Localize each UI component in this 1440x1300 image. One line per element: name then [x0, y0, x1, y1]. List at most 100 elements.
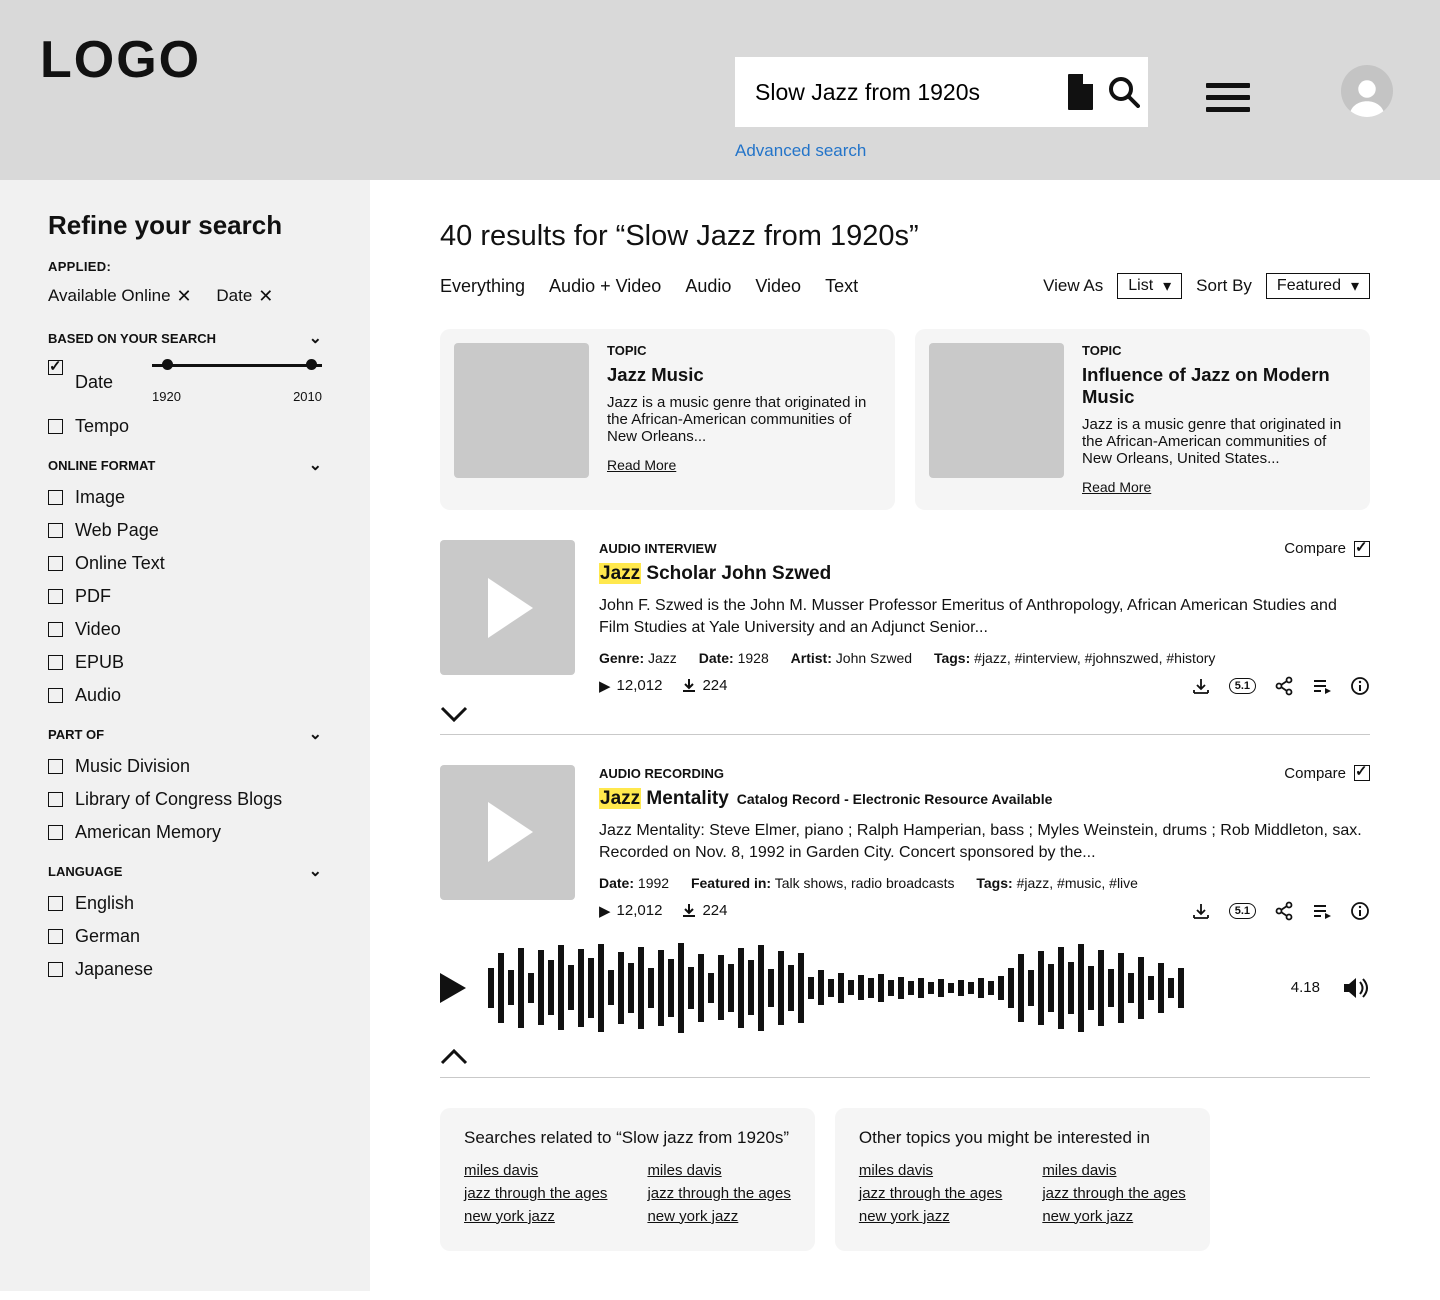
applied-chip[interactable]: Date✕ [216, 286, 273, 306]
facet-language-item[interactable]: English [48, 893, 322, 914]
topic-card[interactable]: TOPIC Jazz Music Jazz is a music genre t… [440, 329, 895, 510]
info-icon[interactable] [1350, 901, 1370, 921]
facet-partof-item[interactable]: Music Division [48, 756, 322, 777]
results-heading: 40 results for “Slow Jazz from 1920s” [440, 220, 1370, 253]
result-title[interactable]: Jazz Scholar John Szwed [599, 563, 1370, 585]
share-icon[interactable] [1274, 676, 1294, 696]
checkbox-icon[interactable] [48, 556, 63, 571]
facet-format-item[interactable]: PDF [48, 586, 322, 607]
close-icon[interactable]: ✕ [258, 287, 273, 305]
checkbox-icon[interactable] [48, 419, 63, 434]
checkbox-icon[interactable] [48, 622, 63, 637]
facet-language[interactable]: LANGUAGE ⌄ [48, 861, 322, 881]
facet-format-item[interactable]: Video [48, 619, 322, 640]
tab-everything[interactable]: Everything [440, 276, 525, 297]
topic-link[interactable]: jazz through the ages [1042, 1185, 1185, 1202]
checkbox-icon[interactable] [48, 929, 63, 944]
topic-link[interactable]: new york jazz [1042, 1208, 1185, 1225]
related-link[interactable]: jazz through the ages [647, 1185, 790, 1202]
checkbox-icon[interactable] [48, 589, 63, 604]
search-icon[interactable] [1094, 76, 1140, 108]
checkbox-icon[interactable] [48, 688, 63, 703]
result-desc: Jazz Mentality: Steve Elmer, piano ; Ral… [599, 820, 1370, 865]
applied-chip[interactable]: Available Online✕ [48, 286, 192, 306]
advanced-search-link[interactable]: Advanced search [735, 141, 866, 161]
facet-date[interactable]: Date 1920 2010 [48, 360, 322, 404]
download-icon[interactable] [1191, 676, 1211, 696]
view-as-dropdown[interactable]: List▾ [1117, 273, 1182, 299]
surround-badge[interactable]: 5.1 [1229, 678, 1256, 694]
waveform[interactable] [488, 943, 1269, 1033]
checkbox-icon[interactable] [48, 759, 63, 774]
facet-based-on-search[interactable]: BASED ON YOUR SEARCH ⌄ [48, 328, 322, 348]
collapse-toggle[interactable] [440, 1049, 1370, 1065]
result-thumbnail[interactable] [440, 765, 575, 900]
tab-text[interactable]: Text [825, 276, 858, 297]
facet-tempo[interactable]: Tempo [48, 416, 322, 437]
read-more-link[interactable]: Read More [1082, 479, 1151, 495]
compare-toggle[interactable]: Compare [1284, 540, 1370, 557]
related-link[interactable]: miles davis [464, 1162, 607, 1179]
avatar[interactable] [1341, 65, 1393, 117]
sort-label: Sort By [1196, 276, 1252, 296]
tab-audio-video[interactable]: Audio + Video [549, 276, 661, 297]
facet-partof-item[interactable]: Library of Congress Blogs [48, 789, 322, 810]
playlist-add-icon[interactable] [1312, 676, 1332, 696]
checkbox-icon[interactable] [48, 825, 63, 840]
checkbox-icon[interactable] [48, 792, 63, 807]
checkbox-icon[interactable] [48, 962, 63, 977]
facet-partof-item[interactable]: American Memory [48, 822, 322, 843]
checkbox-icon[interactable] [48, 523, 63, 538]
checkbox-checked-icon[interactable] [48, 360, 63, 375]
related-link[interactable]: new york jazz [464, 1208, 607, 1225]
sort-dropdown[interactable]: Featured▾ [1266, 273, 1370, 299]
title-text: Mentality [641, 788, 729, 809]
play-button[interactable] [440, 973, 466, 1003]
topic-link[interactable]: miles davis [859, 1162, 1002, 1179]
related-link[interactable]: jazz through the ages [464, 1185, 607, 1202]
info-icon[interactable] [1350, 676, 1370, 696]
sidebar-title: Refine your search [48, 210, 322, 241]
topic-link[interactable]: miles davis [1042, 1162, 1185, 1179]
checkbox-icon[interactable] [48, 655, 63, 670]
logo[interactable]: LOGO [40, 30, 201, 90]
facet-format-item[interactable]: Image [48, 487, 322, 508]
related-link[interactable]: new york jazz [647, 1208, 790, 1225]
download-icon[interactable] [1191, 901, 1211, 921]
compare-toggle[interactable]: Compare [1284, 765, 1370, 782]
facet-format-item[interactable]: Audio [48, 685, 322, 706]
volume-icon[interactable] [1342, 976, 1370, 1000]
facet-language-item[interactable]: German [48, 926, 322, 947]
search-input[interactable] [755, 79, 1051, 106]
topic-link[interactable]: new york jazz [859, 1208, 1002, 1225]
topic-link[interactable]: jazz through the ages [859, 1185, 1002, 1202]
tab-video[interactable]: Video [755, 276, 801, 297]
result-thumbnail[interactable] [440, 540, 575, 675]
surround-badge[interactable]: 5.1 [1229, 903, 1256, 919]
checkbox-icon[interactable] [48, 896, 63, 911]
share-icon[interactable] [1274, 901, 1294, 921]
play-count: 12,012 [617, 902, 663, 919]
read-more-link[interactable]: Read More [607, 457, 676, 473]
facet-online-format[interactable]: ONLINE FORMAT ⌄ [48, 455, 322, 475]
close-icon[interactable]: ✕ [177, 287, 192, 305]
related-link[interactable]: miles davis [647, 1162, 790, 1179]
facet-format-item[interactable]: EPUB [48, 652, 322, 673]
tab-audio[interactable]: Audio [685, 276, 731, 297]
facet-item-label: Image [75, 487, 125, 508]
playlist-add-icon[interactable] [1312, 901, 1332, 921]
date-slider[interactable] [152, 360, 322, 380]
topic-card[interactable]: TOPIC Influence of Jazz on Modern Music … [915, 329, 1370, 510]
facet-part-of[interactable]: PART OF ⌄ [48, 724, 322, 744]
menu-icon[interactable] [1206, 76, 1250, 119]
checkbox-icon[interactable] [48, 490, 63, 505]
download-count: 224 [702, 902, 727, 919]
facet-format-item[interactable]: Web Page [48, 520, 322, 541]
expand-toggle[interactable] [440, 706, 1370, 722]
facet-language-item[interactable]: Japanese [48, 959, 322, 980]
result-title[interactable]: Jazz MentalityCatalog Record - Electroni… [599, 788, 1370, 810]
play-icon: ▶ [599, 677, 611, 695]
facet-format-item[interactable]: Online Text [48, 553, 322, 574]
facet-item-label: Library of Congress Blogs [75, 789, 282, 810]
document-icon[interactable] [1051, 74, 1094, 110]
